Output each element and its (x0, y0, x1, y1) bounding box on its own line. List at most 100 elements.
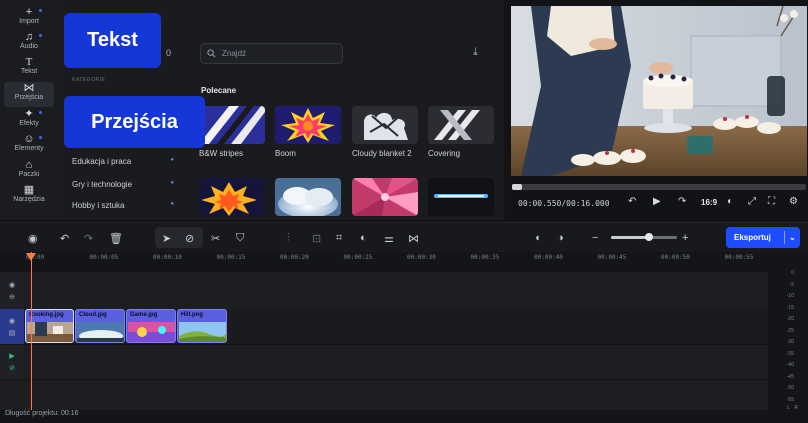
audio-track (0, 345, 768, 379)
sidebar-item-efekty[interactable]: ✦ Efekty (4, 108, 54, 132)
timecode: 00:00.550/00:16.000 (518, 199, 610, 208)
transition-tile[interactable] (275, 178, 341, 216)
timeline-clip[interactable]: Hill.png (177, 309, 227, 343)
chevron-down-icon[interactable]: ⌄ (785, 233, 796, 242)
clip-thumbnail (77, 322, 124, 342)
category-label: Hobby i sztuka (72, 201, 125, 210)
clip-name: Cloud.jpg (79, 312, 107, 318)
sidebar-item-import[interactable]: + Import (4, 6, 54, 30)
sidebar-item-elementy[interactable]: ☺ Elementy (4, 133, 54, 157)
transition-tile[interactable] (352, 178, 418, 216)
export-button[interactable]: Eksportuj ⌄ (726, 227, 800, 248)
fullscreen-icon[interactable]: ⛶ (768, 196, 775, 207)
playhead[interactable] (31, 252, 32, 410)
track-controls: ▶ ⊘ (0, 345, 24, 379)
transition-tile[interactable] (199, 178, 265, 216)
disable-icon[interactable]: ⊘ (185, 230, 194, 246)
transition-tile-bw-stripes[interactable] (199, 106, 265, 144)
db-label: -10 (786, 293, 794, 299)
zoom-out-icon[interactable]: − (592, 230, 598, 246)
download-icon[interactable]: ⤓ (473, 46, 478, 59)
time-ruler[interactable]: 00:00 00:00:05 00:00:10 00:00:15 00:00:20 00:… (26, 252, 768, 270)
search-input[interactable]: Znajdź (200, 43, 343, 64)
left-sidebar: + Import ♫ Audio T Tekst ⋈ Przejścia ✦ E… (0, 0, 58, 220)
transition-tile[interactable] (428, 178, 494, 216)
category-label: Gry i technologie (72, 180, 133, 189)
play-icon[interactable]: ▶ (653, 196, 661, 207)
audio-wave-icon[interactable]: ⫶ (287, 230, 290, 246)
db-label: -30 (786, 339, 794, 345)
redo-step-icon[interactable]: ↷ (678, 196, 686, 207)
playback-scrubber[interactable] (512, 184, 806, 190)
new-dot (39, 34, 42, 37)
category-item[interactable]: Edukacja i praca ● (72, 157, 174, 166)
detach-audio-icon[interactable]: ◖ (534, 230, 541, 246)
empty-track (0, 380, 768, 410)
sidebar-item-przejscia[interactable]: ⋈ Przejścia (4, 82, 54, 107)
timeline-clip[interactable]: Game.jpg (126, 309, 176, 343)
ruler-label: 00:00:05 (89, 254, 119, 261)
zoom-slider-fill (611, 236, 649, 239)
export-label: Eksportuj (734, 233, 771, 242)
sidebar-item-narzedzia[interactable]: ▦ Narzędzia (4, 184, 54, 208)
transition-tile-boom[interactable] (275, 106, 341, 144)
crop-icon[interactable]: ⌗ (336, 230, 342, 246)
clip-name: Cooking.jpg (29, 312, 64, 318)
settings-gear-icon[interactable]: ⚙ (789, 196, 798, 207)
tile-thumbnail (428, 106, 494, 144)
redo-icon[interactable]: ↷ (84, 230, 93, 246)
tile-thumbnail (199, 178, 265, 216)
zoom-slider-handle[interactable] (645, 233, 653, 241)
zoom-in-icon[interactable]: + (682, 230, 688, 246)
ruler-label: 00:00:40 (534, 254, 563, 261)
split-scissors-icon[interactable]: ✂ (211, 230, 220, 246)
undo-icon[interactable]: ↶ (60, 230, 69, 246)
adjust-icon[interactable]: ⚌ (384, 230, 394, 246)
speed-icon[interactable]: ◐ (360, 230, 367, 246)
ruler-label: 00:00:25 (343, 254, 373, 261)
sidebar-item-tekst[interactable]: T Tekst (4, 56, 54, 80)
video-preview[interactable] (511, 6, 807, 176)
trash-icon[interactable]: 🗑 (109, 230, 123, 246)
link-icon[interactable]: ⊘ (9, 364, 15, 372)
ruler-label: 00:00:50 (661, 254, 690, 261)
transition-tile-covering[interactable] (428, 106, 494, 144)
link-icon[interactable]: ⊖ (9, 293, 15, 301)
timeline-clip[interactable]: Cloud.jpg (75, 309, 125, 343)
fit-screen-icon[interactable]: ⤢ (748, 196, 756, 207)
category-item[interactable]: Hobby i sztuka ● (72, 201, 174, 210)
sidebar-item-paczki[interactable]: ⌂ Paczki (4, 159, 54, 183)
db-label: -20 (786, 316, 794, 322)
caption-icon[interactable]: ⊡ (312, 230, 321, 246)
db-label: 0 (791, 270, 794, 276)
plus-icon: + (25, 6, 33, 18)
meter-channel-label: R (794, 405, 798, 411)
meter-channel-label: L (787, 405, 790, 411)
db-label: -35 (786, 350, 794, 357)
camera-icon[interactable]: ▶ (9, 352, 14, 360)
volume-icon[interactable]: ◖ (726, 196, 732, 207)
empty-track (0, 272, 768, 309)
eye-icon[interactable]: ◉ (9, 317, 15, 325)
aspect-ratio-select[interactable]: 16:9 (701, 198, 717, 207)
new-dot (39, 136, 42, 139)
record-icon[interactable]: ◉ (28, 230, 38, 246)
color-icon[interactable]: ◑ (557, 230, 564, 246)
undo-step-icon[interactable]: ↶ (628, 196, 636, 207)
clip-thumbnail (128, 322, 175, 342)
section-title: Polecane (201, 86, 237, 95)
timeline-clip[interactable]: Cooking.jpg (25, 309, 74, 343)
ruler-label: 00:00:45 (597, 254, 627, 261)
eye-icon[interactable]: ◉ (9, 281, 15, 289)
text-icon: T (25, 56, 33, 68)
sidebar-item-audio[interactable]: ♫ Audio (4, 31, 54, 55)
category-item[interactable]: Gry i technologie ● (72, 180, 174, 189)
transition-tile-cloudy-blanket-2[interactable] (352, 106, 418, 144)
grid-icon: ▦ (23, 184, 35, 196)
shield-icon[interactable]: ⛉ (236, 230, 244, 246)
transition-icon[interactable]: ⋈ (408, 230, 419, 246)
new-dot (39, 111, 42, 114)
lock-icon[interactable]: ▤ (9, 329, 16, 337)
sidebar-item-label: Audio (20, 43, 38, 50)
select-cursor-icon[interactable]: ➤ (162, 230, 171, 246)
